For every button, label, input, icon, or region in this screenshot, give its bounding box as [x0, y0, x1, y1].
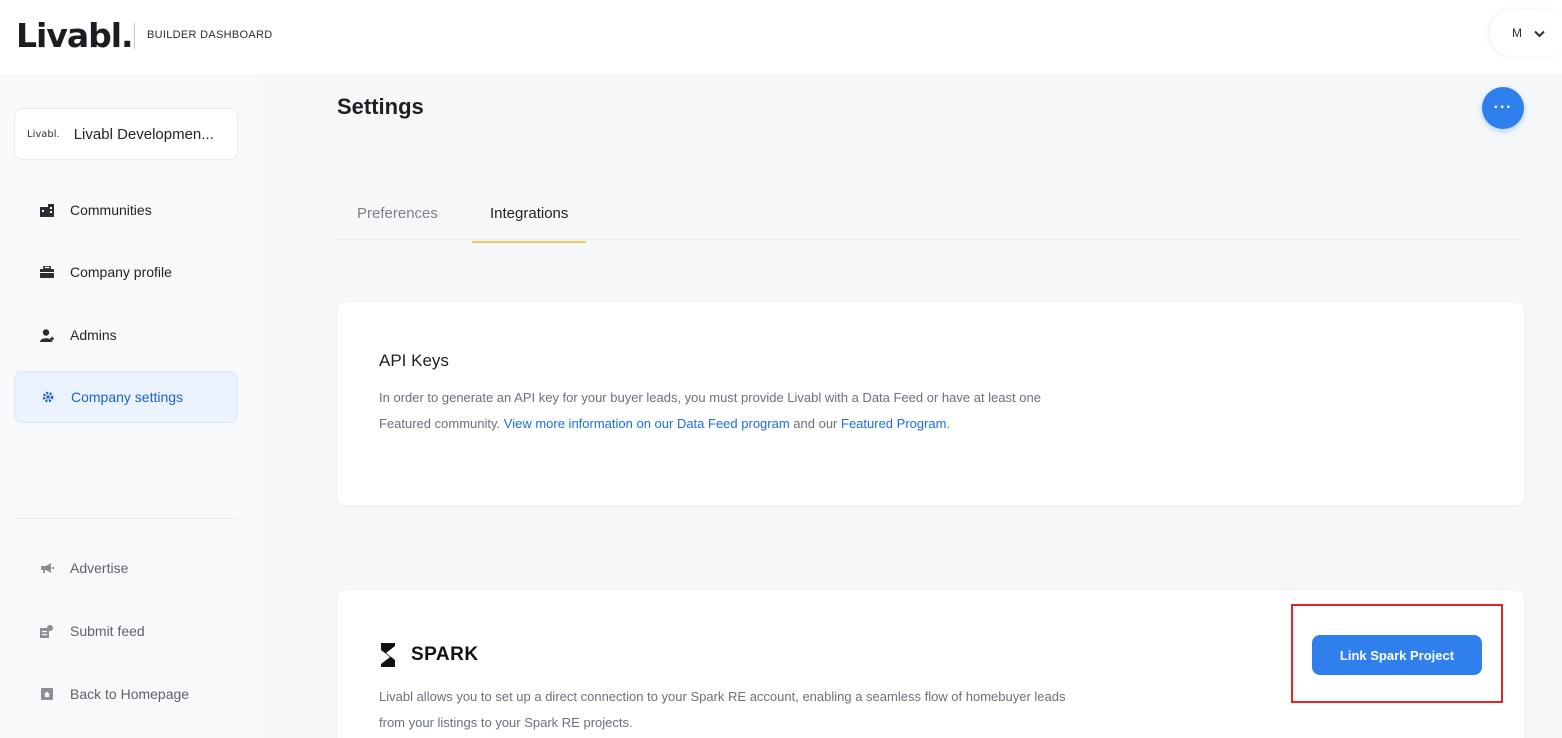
chevron-down-icon: [1534, 26, 1545, 41]
feed-icon: [40, 624, 54, 638]
api-keys-card: API Keys In order to generate an API key…: [337, 303, 1524, 505]
company-logo: Livabl.: [27, 128, 60, 140]
user-menu-button[interactable]: M: [1490, 10, 1550, 56]
sidebar-item-advertise[interactable]: Advertise: [14, 542, 238, 594]
sidebar-item-label: Company profile: [70, 264, 172, 280]
sidebar-item-communities[interactable]: Communities: [14, 184, 238, 236]
sidebar-item-label: Submit feed: [70, 623, 145, 639]
settings-tabs: Preferences Integrations: [337, 190, 1524, 243]
sidebar-item-label: Back to Homepage: [70, 686, 190, 702]
sidebar-item-label: Communities: [70, 202, 152, 218]
page-title: Settings: [337, 94, 424, 119]
api-keys-description: In order to generate an API key for your…: [379, 385, 1069, 437]
sidebar-item-label: Company settings: [71, 389, 184, 405]
featured-program-link[interactable]: Featured Program: [841, 416, 947, 431]
spark-logo: SPARK: [379, 643, 479, 667]
more-options-button[interactable]: ···: [1482, 87, 1524, 129]
sidebar-item-company-profile[interactable]: Company profile: [14, 246, 238, 298]
ellipsis-icon: ···: [1493, 99, 1513, 116]
building-icon: [40, 203, 54, 217]
spark-brand-name: SPARK: [411, 644, 479, 665]
sidebar-item-label: Admins: [70, 327, 117, 343]
sidebar-item-back-to-homepage[interactable]: Back to Homepage: [14, 668, 238, 720]
company-switcher[interactable]: Livabl. Livabl Developmen...: [14, 108, 238, 160]
logo-divider: [134, 23, 135, 49]
gear-icon: [41, 390, 55, 404]
sidebar-item-company-settings[interactable]: Company settings: [14, 371, 238, 423]
api-keys-title: API Keys: [379, 351, 449, 370]
sidebar-item-submit-feed[interactable]: Submit feed: [14, 605, 238, 657]
sidebar-item-label: Advertise: [70, 560, 129, 576]
tab-integrations[interactable]: Integrations: [472, 205, 587, 243]
spark-description: Livabl allows you to set up a direct con…: [379, 689, 1066, 730]
livabl-logo[interactable]: Livabl.: [16, 18, 134, 54]
api-keys-text: .: [946, 416, 951, 431]
sidebar: Livabl. Livabl Developmen... Communities…: [0, 74, 258, 738]
top-bar: Livabl. BUILDER DASHBOARD M: [0, 0, 1562, 74]
tab-preferences[interactable]: Preferences: [357, 205, 438, 241]
sidebar-item-admins[interactable]: Admins: [14, 309, 238, 361]
dashboard-label: BUILDER DASHBOARD: [147, 29, 273, 41]
home-icon: [40, 687, 54, 701]
highlight-annotation-box: [1291, 604, 1503, 703]
data-feed-info-link[interactable]: View more information on our Data Feed p…: [504, 416, 790, 431]
company-name: Livabl Developmen...: [73, 125, 214, 143]
spark-logo-icon: [381, 643, 395, 667]
user-initial: M: [1512, 26, 1522, 40]
user-add-icon: [40, 328, 54, 342]
megaphone-icon: [40, 561, 54, 575]
sidebar-divider: [14, 518, 238, 519]
briefcase-icon: [40, 265, 54, 279]
api-keys-text: and our: [789, 416, 841, 431]
